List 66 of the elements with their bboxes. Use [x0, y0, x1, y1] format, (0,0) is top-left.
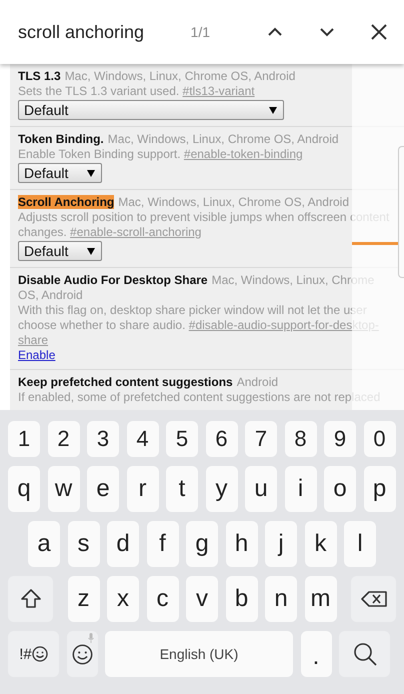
microphone-icon: [88, 633, 94, 643]
key[interactable]: e: [87, 466, 119, 512]
key[interactable]: r: [126, 466, 158, 512]
key[interactable]: 4: [126, 421, 158, 457]
key[interactable]: j: [265, 521, 297, 567]
key[interactable]: l: [344, 521, 376, 567]
match-marker: [352, 242, 398, 245]
key[interactable]: 8: [284, 421, 316, 457]
key[interactable]: f: [146, 521, 178, 567]
flag-description: Enable Token Binding support. #enable-token-binding: [18, 147, 304, 162]
key[interactable]: m: [304, 576, 336, 622]
caret-icon: [269, 106, 277, 114]
scrollbar-thumb[interactable]: [398, 146, 404, 278]
key[interactable]: n: [265, 576, 297, 622]
backspace-icon: [360, 591, 386, 607]
key[interactable]: v: [186, 576, 218, 622]
enable-link[interactable]: Enable: [18, 348, 56, 362]
symbols-key[interactable]: !#: [8, 631, 59, 677]
key[interactable]: 0: [364, 421, 396, 457]
match-count: 1/1: [190, 24, 210, 40]
shift-key[interactable]: [8, 576, 53, 622]
key[interactable]: g: [186, 521, 218, 567]
key[interactable]: a: [28, 521, 60, 567]
key[interactable]: 1: [8, 421, 40, 457]
emoji-key[interactable]: [66, 631, 98, 677]
key[interactable]: q: [8, 466, 40, 512]
flag-title: Token Binding. Mac, Windows, Linux, Chrome OS, Android: [18, 132, 340, 147]
key[interactable]: u: [245, 466, 277, 512]
key[interactable]: 2: [48, 421, 80, 457]
key[interactable]: 9: [324, 421, 356, 457]
dropdown[interactable]: Default: [18, 163, 102, 183]
key[interactable]: h: [226, 521, 258, 567]
key[interactable]: b: [226, 576, 258, 622]
key[interactable]: x: [107, 576, 139, 622]
key[interactable]: 7: [245, 421, 277, 457]
space-key[interactable]: English (UK): [105, 631, 293, 677]
dropdown[interactable]: Default: [18, 100, 284, 120]
key[interactable]: o: [324, 466, 356, 512]
key[interactable]: i: [284, 466, 316, 512]
close-icon: [370, 23, 388, 41]
search-key[interactable]: [339, 631, 390, 677]
key[interactable]: 3: [87, 421, 119, 457]
search-icon: [352, 641, 378, 667]
key[interactable]: k: [304, 521, 336, 567]
key[interactable]: t: [166, 466, 198, 512]
key[interactable]: z: [68, 576, 100, 622]
caret-icon: [87, 248, 95, 254]
key[interactable]: d: [107, 521, 139, 567]
flag-title: TLS 1.3 Mac, Windows, Linux, Chrome OS, Android: [18, 69, 296, 84]
key[interactable]: y: [206, 466, 238, 512]
smiley-icon: [32, 646, 48, 662]
flag-title: Keep prefetched content suggestions Android: [18, 375, 280, 390]
key[interactable]: c: [146, 576, 178, 622]
shift-icon: [20, 588, 42, 610]
flag-description: Sets the TLS 1.3 variant used. #tls13-variant: [18, 84, 256, 99]
key[interactable]: w: [48, 466, 80, 512]
smiley-icon: [72, 644, 92, 664]
key[interactable]: 6: [206, 421, 238, 457]
find-query[interactable]: scroll anchoring: [18, 22, 191, 42]
key[interactable]: s: [68, 521, 100, 567]
dropdown[interactable]: Default: [18, 241, 102, 261]
key[interactable]: p: [364, 466, 396, 512]
period-key[interactable]: .: [300, 631, 332, 677]
backspace-key[interactable]: [351, 576, 396, 622]
caret-icon: [87, 170, 95, 176]
key[interactable]: 5: [166, 421, 198, 457]
